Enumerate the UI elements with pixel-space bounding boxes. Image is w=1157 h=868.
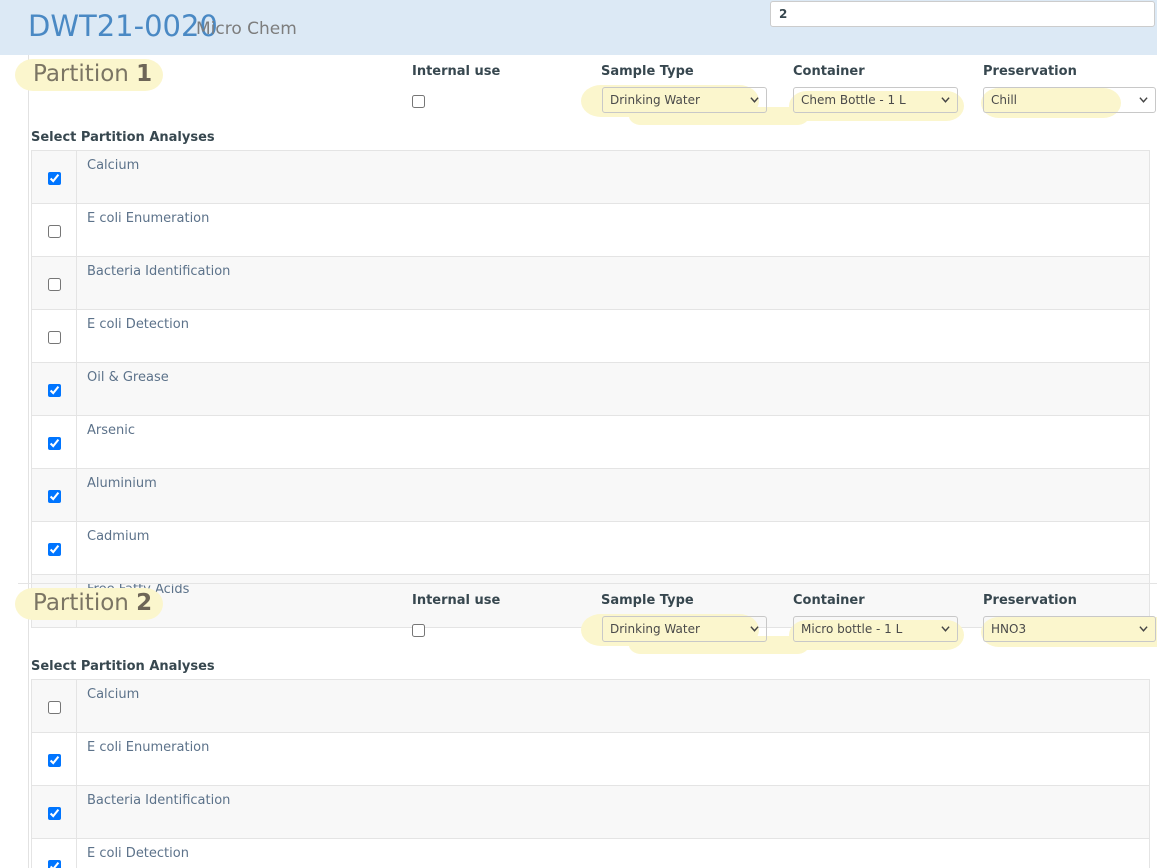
internal-use-checkbox-2[interactable] [412, 624, 425, 637]
sample-header-banner: DWT21-0020 Micro Chem [0, 0, 1157, 55]
internal-use-checkbox-1[interactable] [412, 95, 425, 108]
partition-2-title: Partition 2 [33, 590, 152, 616]
partition-1-title-number: 1 [136, 61, 152, 87]
select-partition-analyses-title-2: Select Partition Analyses [31, 659, 215, 674]
label-preservation-2: Preservation [983, 593, 1077, 608]
analysis-checkbox[interactable] [48, 437, 61, 450]
analysis-checkbox[interactable] [48, 701, 61, 714]
partition-block-1: Partition 1 Internal use Sample Type Con… [0, 55, 1157, 583]
analysis-row[interactable]: Cadmium [32, 522, 1150, 575]
analysis-checkbox-cell[interactable] [32, 363, 77, 416]
sample-type-select-2[interactable]: Drinking Water [602, 616, 767, 642]
analysis-checkbox-cell[interactable] [32, 416, 77, 469]
analysis-checkbox[interactable] [48, 225, 61, 238]
analysis-label: Arsenic [77, 416, 1150, 469]
label-container-1: Container [793, 64, 865, 79]
analysis-row[interactable]: Arsenic [32, 416, 1150, 469]
sample-type-select-1[interactable]: Drinking Water [602, 87, 767, 113]
analyses-table-2: CalciumE coli EnumerationBacteria Identi… [31, 679, 1150, 868]
analysis-checkbox[interactable] [48, 754, 61, 767]
label-internal-use-2: Internal use [412, 593, 500, 608]
partition-1-title: Partition 1 [33, 61, 152, 87]
analysis-label: Calcium [77, 680, 1150, 733]
analysis-checkbox[interactable] [48, 278, 61, 291]
analysis-checkbox-cell[interactable] [32, 469, 77, 522]
label-container-2: Container [793, 593, 865, 608]
analysis-checkbox-cell[interactable] [32, 257, 77, 310]
analysis-checkbox[interactable] [48, 860, 61, 868]
analysis-label: Bacteria Identification [77, 257, 1150, 310]
analysis-checkbox-cell[interactable] [32, 522, 77, 575]
label-internal-use-1: Internal use [412, 64, 500, 79]
analysis-checkbox-cell[interactable] [32, 680, 77, 733]
analysis-row[interactable]: Bacteria Identification [32, 257, 1150, 310]
analysis-row[interactable]: Bacteria Identification [32, 786, 1150, 839]
analysis-label: Calcium [77, 151, 1150, 204]
partitions-count-input[interactable] [770, 1, 1155, 27]
analysis-checkbox-cell[interactable] [32, 204, 77, 257]
analysis-checkbox[interactable] [48, 807, 61, 820]
analysis-label: E coli Detection [77, 839, 1150, 868]
analysis-label: Aluminium [77, 469, 1150, 522]
analysis-checkbox[interactable] [48, 490, 61, 503]
analysis-checkbox[interactable] [48, 384, 61, 397]
analysis-row[interactable]: Oil & Grease [32, 363, 1150, 416]
preservation-select-1[interactable]: Chill [983, 87, 1156, 113]
partition-1-body: Partition 1 Internal use Sample Type Con… [28, 55, 1157, 583]
page-root: DWT21-0020 Micro Chem Partition 1 Intern… [0, 0, 1157, 868]
analysis-label: Bacteria Identification [77, 786, 1150, 839]
analyses-table-1: CalciumE coli EnumerationBacteria Identi… [31, 150, 1150, 628]
analysis-label: E coli Enumeration [77, 733, 1150, 786]
analysis-row[interactable]: Calcium [32, 680, 1150, 733]
analysis-checkbox[interactable] [48, 543, 61, 556]
analysis-row[interactable]: E coli Enumeration [32, 733, 1150, 786]
label-preservation-1: Preservation [983, 64, 1077, 79]
analysis-row[interactable]: Calcium [32, 151, 1150, 204]
analysis-checkbox[interactable] [48, 331, 61, 344]
partition-2-body: Partition 2 Internal use Sample Type Con… [28, 584, 1157, 868]
partition-block-2: Partition 2 Internal use Sample Type Con… [0, 584, 1157, 868]
analysis-row[interactable]: E coli Detection [32, 839, 1150, 868]
container-select-1[interactable]: Chem Bottle - 1 L [793, 87, 958, 113]
analysis-label: Oil & Grease [77, 363, 1150, 416]
analysis-checkbox-cell[interactable] [32, 733, 77, 786]
container-select-2[interactable]: Micro bottle - 1 L [793, 616, 958, 642]
label-sample-type-1: Sample Type [601, 64, 694, 79]
analysis-row[interactable]: E coli Enumeration [32, 204, 1150, 257]
sample-id: DWT21-0020 [28, 9, 218, 43]
analysis-checkbox[interactable] [48, 172, 61, 185]
select-partition-analyses-title-1: Select Partition Analyses [31, 130, 215, 145]
analysis-row[interactable]: E coli Detection [32, 310, 1150, 363]
preservation-select-2[interactable]: HNO3 [983, 616, 1156, 642]
label-sample-type-2: Sample Type [601, 593, 694, 608]
partition-2-title-number: 2 [136, 590, 152, 616]
analysis-label: E coli Enumeration [77, 204, 1150, 257]
partition-2-title-prefix: Partition [33, 590, 129, 616]
analysis-label: E coli Detection [77, 310, 1150, 363]
analysis-checkbox-cell[interactable] [32, 151, 77, 204]
analysis-checkbox-cell[interactable] [32, 839, 77, 868]
client-name: Micro Chem [196, 19, 297, 39]
analysis-label: Cadmium [77, 522, 1150, 575]
analysis-row[interactable]: Aluminium [32, 469, 1150, 522]
analysis-checkbox-cell[interactable] [32, 786, 77, 839]
analysis-checkbox-cell[interactable] [32, 310, 77, 363]
partition-1-title-prefix: Partition [33, 61, 129, 87]
